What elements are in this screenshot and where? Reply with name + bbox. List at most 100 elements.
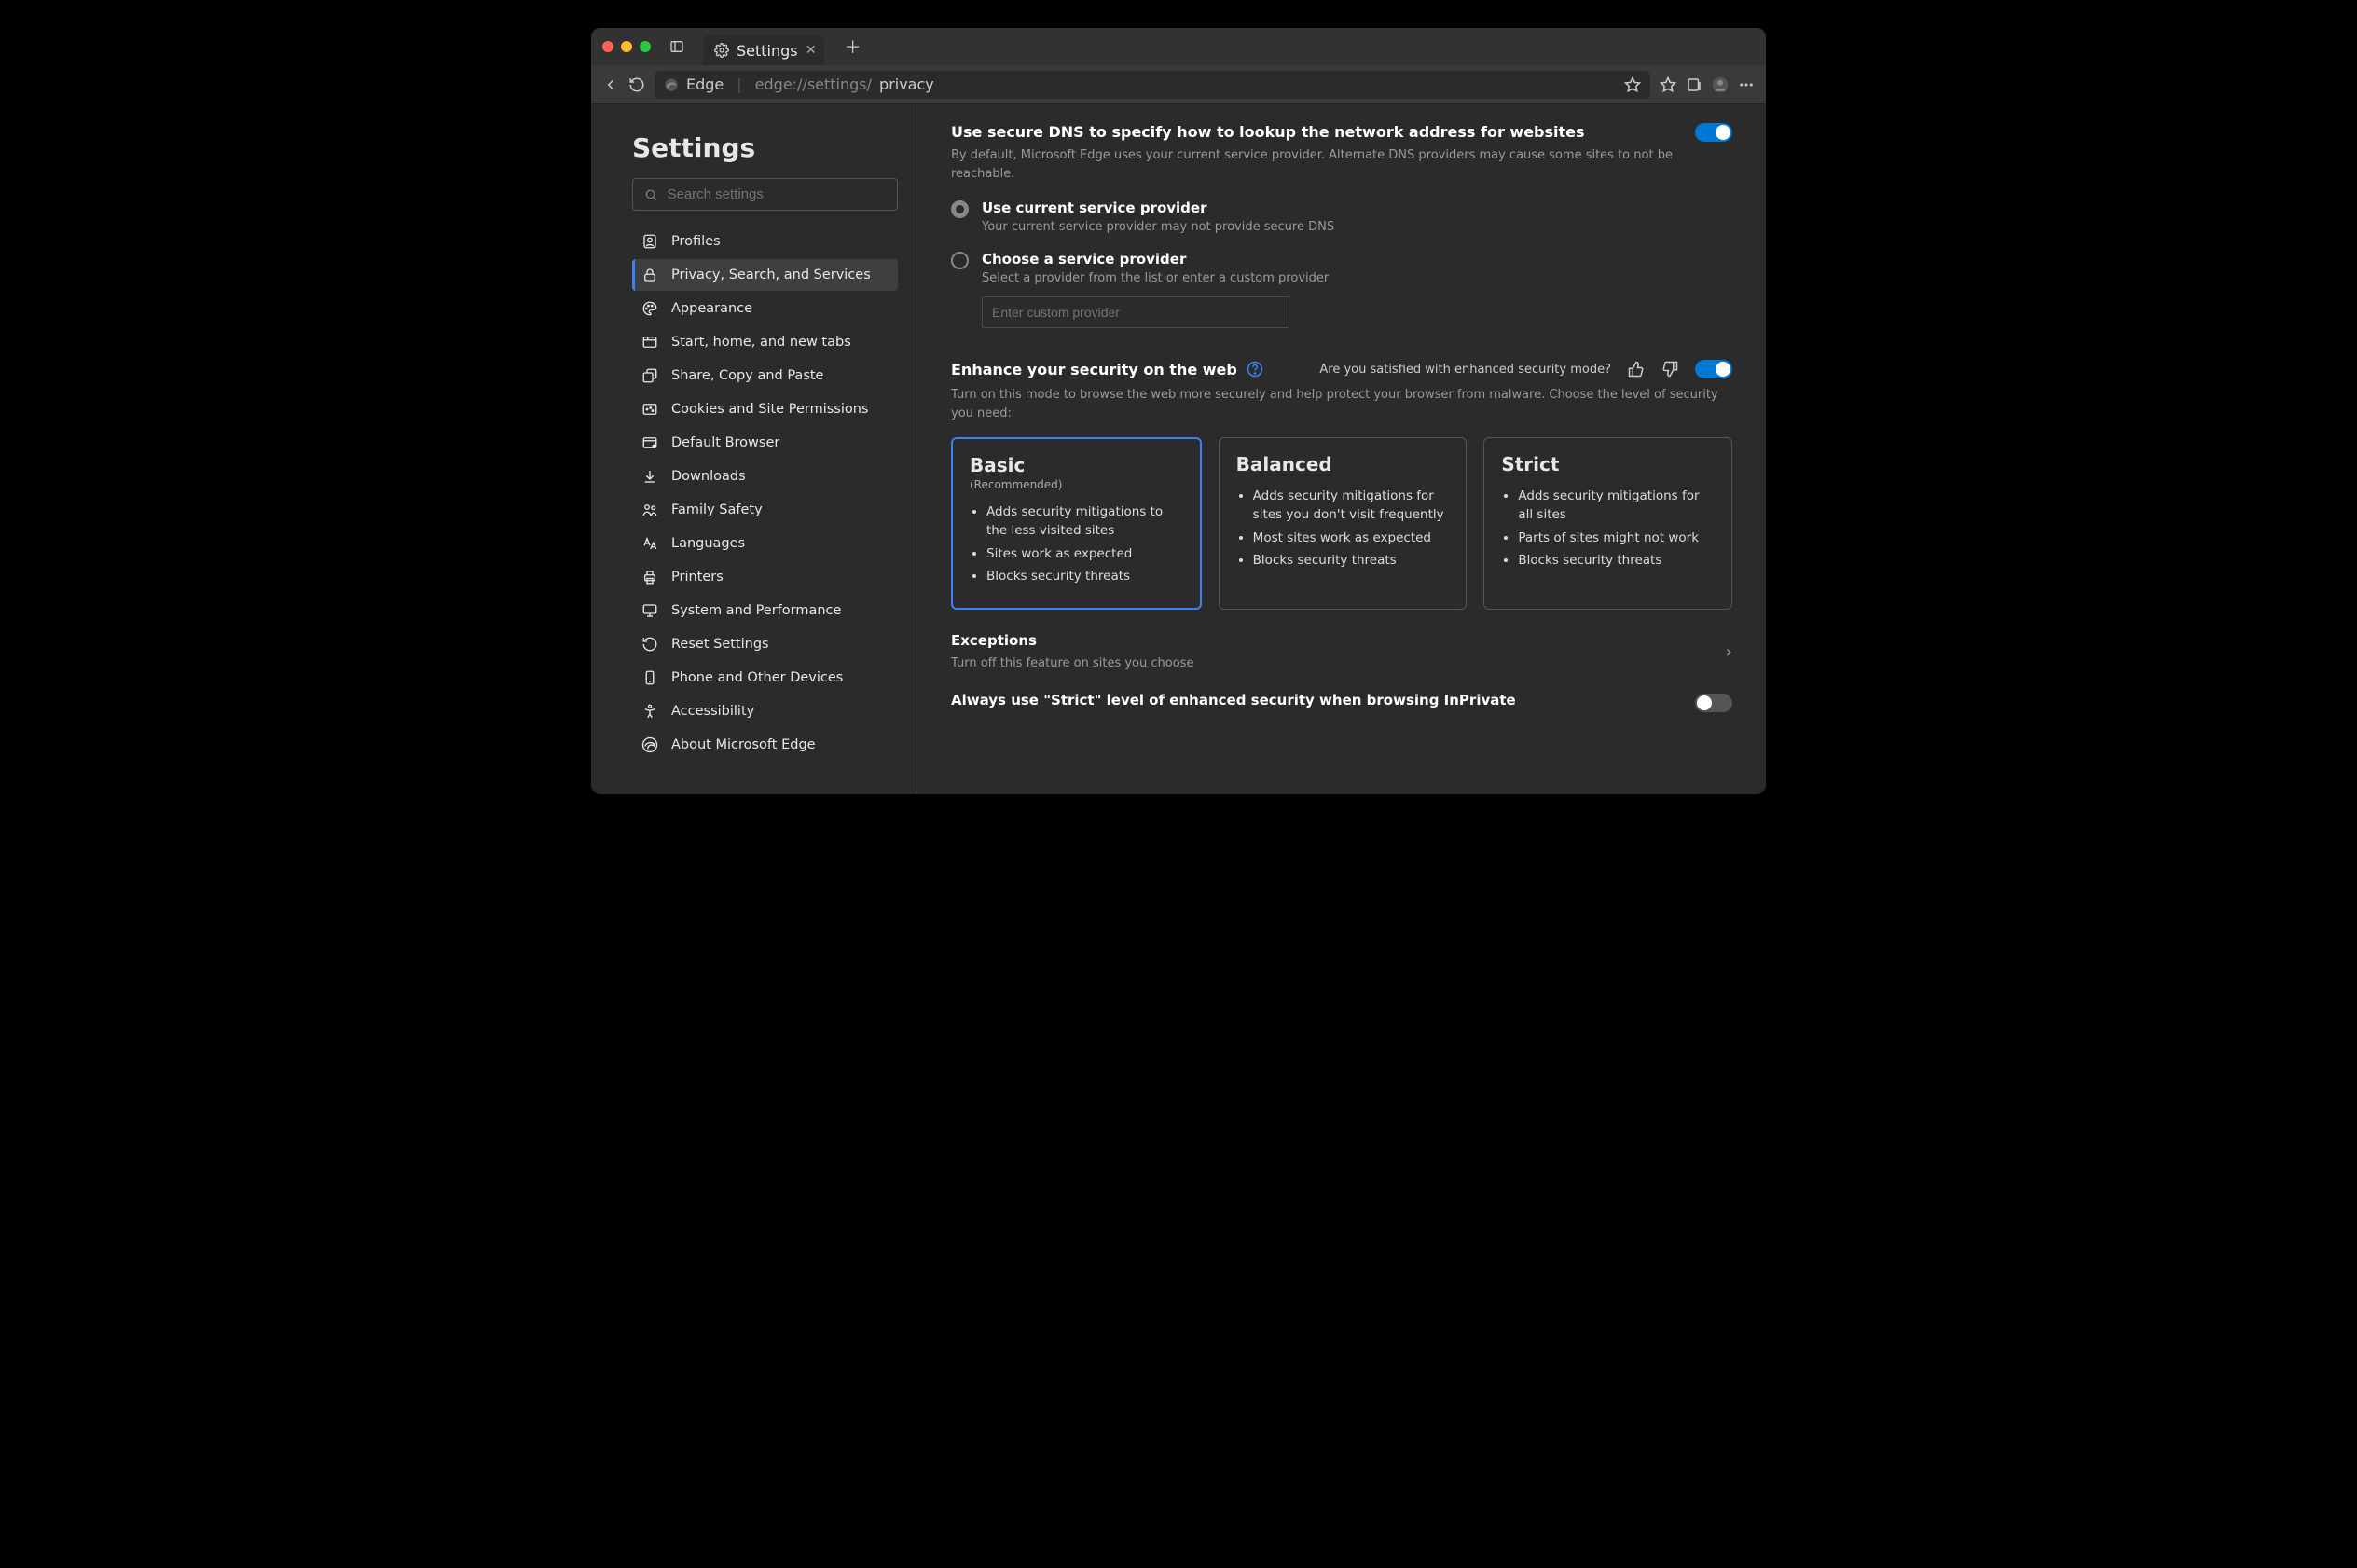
sidebar-item-printers[interactable]: Printers (632, 561, 898, 593)
card-title: Strict (1501, 453, 1715, 475)
back-button[interactable] (602, 76, 619, 93)
download-icon (641, 468, 658, 485)
sidebar-item-label: Start, home, and new tabs (671, 335, 851, 350)
always-strict-label: Always use "Strict" level of enhanced se… (951, 692, 1516, 708)
sidebar-item-default-browser[interactable]: Default Browser (632, 427, 898, 459)
favorite-star-icon[interactable] (1624, 76, 1641, 93)
search-icon (644, 187, 657, 202)
sidebar-item-downloads[interactable]: Downloads (632, 461, 898, 492)
sidebar-item-label: Privacy, Search, and Services (671, 268, 871, 282)
radio-icon (951, 252, 969, 269)
sidebar-item-label: Profiles (671, 234, 721, 249)
sidebar-item-languages[interactable]: Languages (632, 528, 898, 559)
new-tab-button[interactable]: ＋ (845, 34, 861, 59)
reset-icon (641, 636, 658, 653)
sidebar-item-share[interactable]: Share, Copy and Paste (632, 360, 898, 392)
thumbs-up-icon[interactable] (1628, 361, 1645, 378)
collections-icon[interactable] (1686, 76, 1702, 93)
enhance-security-toggle[interactable] (1695, 360, 1732, 378)
always-strict-row: Always use "Strict" level of enhanced se… (951, 692, 1732, 714)
url-path: privacy (879, 76, 934, 93)
palette-icon (641, 300, 658, 317)
sidebar-item-reset[interactable]: Reset Settings (632, 628, 898, 660)
sidebar-item-label: Phone and Other Devices (671, 670, 843, 685)
card-point: Blocks security threats (986, 567, 1183, 585)
edge-icon (641, 736, 658, 753)
always-strict-toggle[interactable] (1695, 694, 1732, 712)
exceptions-title: Exceptions (951, 632, 1193, 649)
sidebar-item-privacy[interactable]: Privacy, Search, and Services (632, 259, 898, 291)
address-bar[interactable]: Edge | edge://settings/privacy (655, 71, 1650, 99)
profile-icon (641, 233, 658, 250)
profile-avatar-icon[interactable] (1712, 76, 1729, 93)
sidebar-item-label: Share, Copy and Paste (671, 368, 823, 383)
sidebar-item-label: Printers (671, 570, 724, 585)
url-prefix: edge://settings/ (755, 76, 872, 93)
cookie-icon (641, 401, 658, 418)
security-card-basic[interactable]: Basic (Recommended) Adds security mitiga… (951, 437, 1202, 610)
sidebar-item-label: Default Browser (671, 435, 779, 450)
info-icon[interactable] (1247, 361, 1263, 378)
thumbs-down-icon[interactable] (1661, 361, 1678, 378)
sidebar-item-label: About Microsoft Edge (671, 737, 816, 752)
chevron-right-icon: › (1726, 642, 1732, 662)
sidebar-item-label: Family Safety (671, 502, 763, 517)
sidebar-item-system[interactable]: System and Performance (632, 595, 898, 626)
tabs-icon (641, 334, 658, 351)
dns-custom-provider-input[interactable] (982, 296, 1289, 328)
search-settings-box[interactable] (632, 178, 898, 211)
favorites-icon[interactable] (1660, 76, 1676, 93)
secure-dns-title: Use secure DNS to specify how to lookup … (951, 123, 1682, 141)
secure-dns-desc: By default, Microsoft Edge uses your cur… (951, 146, 1682, 183)
secure-dns-section: Use secure DNS to specify how to lookup … (951, 123, 1732, 183)
window-controls (602, 41, 651, 52)
more-menu-icon[interactable] (1738, 76, 1755, 93)
lock-icon (641, 267, 658, 283)
security-card-balanced[interactable]: Balanced Adds security mitigations for s… (1219, 437, 1468, 610)
sidebar-item-family[interactable]: Family Safety (632, 494, 898, 526)
content-area: Settings Profiles Privacy, Search, and S… (591, 104, 1766, 794)
dns-option-current-sub: Your current service provider may not pr… (982, 220, 1732, 234)
dns-option-choose-label: Choose a service provider (982, 251, 1732, 268)
sidebar-item-about[interactable]: About Microsoft Edge (632, 729, 898, 761)
tab-close-button[interactable]: ✕ (806, 43, 817, 58)
close-window-button[interactable] (602, 41, 613, 52)
titlebar: Settings ✕ ＋ (591, 28, 1766, 65)
sidebar-item-profiles[interactable]: Profiles (632, 226, 898, 257)
dns-option-current-label: Use current service provider (982, 199, 1732, 216)
sidebar-item-label: Reset Settings (671, 637, 769, 652)
search-input[interactable] (667, 186, 886, 202)
reload-button[interactable] (628, 76, 645, 93)
secure-dns-toggle[interactable] (1695, 123, 1732, 142)
settings-sidebar: Settings Profiles Privacy, Search, and S… (591, 104, 917, 794)
sidebar-item-appearance[interactable]: Appearance (632, 293, 898, 324)
enhance-security-section: Enhance your security on the web Are you… (951, 360, 1732, 714)
sidebar-item-phone[interactable]: Phone and Other Devices (632, 662, 898, 694)
edge-logo-icon (664, 77, 679, 92)
card-point: Adds security mitigations for sites you … (1253, 487, 1450, 525)
sidebar-item-accessibility[interactable]: Accessibility (632, 695, 898, 727)
tab-settings[interactable]: Settings ✕ (703, 35, 824, 65)
card-point: Blocks security threats (1253, 551, 1450, 570)
browser-name: Edge (686, 76, 724, 93)
sidebar-item-start[interactable]: Start, home, and new tabs (632, 326, 898, 358)
sidebar-item-label: Appearance (671, 301, 752, 316)
maximize-window-button[interactable] (640, 41, 651, 52)
sidebar-toggle-icon[interactable] (669, 39, 684, 54)
security-card-strict[interactable]: Strict Adds security mitigations for all… (1483, 437, 1732, 610)
phone-icon (641, 669, 658, 686)
card-point: Sites work as expected (986, 544, 1183, 563)
settings-main: Use secure DNS to specify how to lookup … (917, 104, 1766, 794)
minimize-window-button[interactable] (621, 41, 632, 52)
dns-option-choose[interactable]: Choose a service provider Select a provi… (951, 251, 1732, 328)
dns-option-current[interactable]: Use current service provider Your curren… (951, 199, 1732, 234)
card-point: Most sites work as expected (1253, 529, 1450, 547)
card-point: Adds security mitigations to the less vi… (986, 502, 1183, 541)
sidebar-item-label: Accessibility (671, 704, 754, 719)
sidebar-item-label: Languages (671, 536, 745, 551)
gear-icon (714, 43, 729, 58)
exceptions-row[interactable]: Exceptions Turn off this feature on site… (951, 632, 1732, 673)
language-icon (641, 535, 658, 552)
browser-icon (641, 434, 658, 451)
sidebar-item-cookies[interactable]: Cookies and Site Permissions (632, 393, 898, 425)
